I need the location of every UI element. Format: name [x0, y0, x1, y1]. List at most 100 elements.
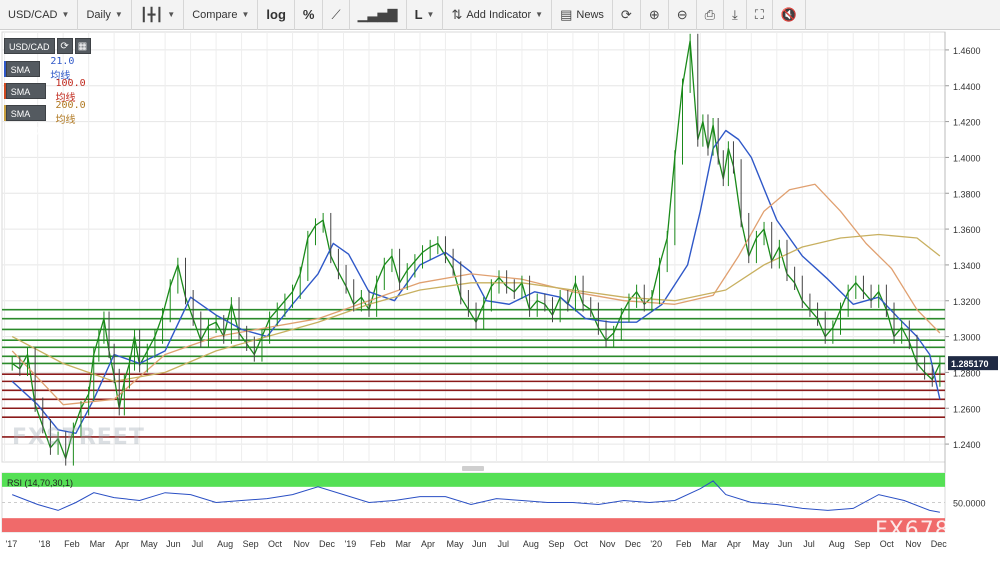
- chevron-down-icon: ▼: [426, 10, 435, 19]
- x-tick-label-30: Jun: [778, 539, 793, 549]
- y-tick-label-2: 1.4200: [953, 118, 981, 128]
- x-tick-label-11: Nov: [294, 539, 311, 549]
- x-tick-label-33: Sep: [854, 539, 870, 549]
- zoom-in-button[interactable]: ⊕: [641, 0, 669, 30]
- toolbar: USD/CAD ▼ Daily ▼ ┃╋┃ ▼ Compare ▼ log % ⟋ ▁▃…: [0, 0, 1000, 30]
- rsi-y-tick-label-0: 50.0000: [953, 499, 986, 509]
- x-tick-label-4: Apr: [115, 539, 129, 549]
- symbol-label: USD/CAD: [8, 8, 58, 21]
- x-tick-label-18: Jun: [472, 539, 487, 549]
- x-tick-label-29: May: [752, 539, 770, 549]
- x-tick-label-0: '17: [6, 539, 18, 549]
- x-tick-label-31: Jul: [803, 539, 815, 549]
- legend-sma100: SMA (100,0): [5, 82, 46, 113]
- bar-volume-icon: ▁▃▅▇: [357, 6, 398, 22]
- percent-button[interactable]: %: [295, 0, 324, 30]
- interval-label: Daily: [86, 8, 111, 21]
- printer-icon: ⎙: [704, 6, 716, 22]
- x-tick-label-14: Feb: [370, 539, 386, 549]
- chevron-down-icon: ▼: [61, 10, 70, 19]
- news-button[interactable]: ▤ News: [552, 0, 613, 30]
- chart-type-selector[interactable]: ┃╋┃ ▼: [132, 0, 185, 30]
- x-tick-label-26: Feb: [676, 539, 692, 549]
- y-tick-label-6: 1.3400: [953, 261, 981, 271]
- compare-label: Compare: [192, 8, 238, 21]
- indicator-icon: ⇅: [451, 6, 463, 22]
- y-tick-label-7: 1.3200: [953, 297, 981, 307]
- x-tick-label-17: May: [446, 539, 464, 549]
- y-tick-label-3: 1.4000: [953, 153, 981, 163]
- interval-selector[interactable]: Daily ▼: [78, 0, 132, 30]
- x-tick-label-20: Aug: [523, 539, 539, 549]
- x-tick-label-21: Sep: [548, 539, 564, 549]
- x-tick-label-28: Apr: [727, 539, 741, 549]
- add-indicator-button[interactable]: ⇅ Add Indicator ▼: [443, 0, 553, 30]
- y-tick-label-0: 1.4600: [953, 46, 981, 56]
- legend-sma21-row[interactable]: SMA (21,0) 21.0均线: [4, 56, 75, 91]
- y-tick-label-1: 1.4400: [953, 82, 981, 92]
- fullscreen-icon: ⛶: [754, 6, 764, 22]
- rsi-legend[interactable]: RSI (14,70,30,1): [7, 478, 73, 488]
- legend-sma200: SMA (200,0): [5, 104, 46, 135]
- pattern-button[interactable]: ⟋: [323, 0, 350, 30]
- x-tick-label-19: Jul: [497, 539, 509, 549]
- compare-button[interactable]: Compare ▼: [184, 0, 259, 30]
- legend-sma200-text: 200.0均线: [55, 99, 86, 126]
- x-tick-label-5: May: [141, 539, 159, 549]
- download-png-button[interactable]: ⤓: [724, 0, 747, 30]
- print-button[interactable]: ⎙: [697, 0, 725, 30]
- refresh-icon: ⟳: [620, 6, 632, 22]
- y-tick-label-4: 1.3800: [953, 189, 981, 199]
- download-icon: ⤓: [732, 6, 738, 22]
- symbol-selector[interactable]: USD/CAD ▼: [0, 0, 79, 30]
- chevron-down-icon: ▼: [241, 10, 250, 19]
- volume-button[interactable]: ▁▃▅▇: [350, 0, 407, 30]
- log-label: log: [266, 7, 286, 22]
- x-tick-label-32: Aug: [829, 539, 845, 549]
- legend-sma100-row[interactable]: SMA (100,0) 100.0均线: [4, 78, 86, 113]
- x-tick-label-2: Feb: [64, 539, 80, 549]
- x-tick-label-6: Jun: [166, 539, 181, 549]
- x-tick-label-22: Oct: [574, 539, 589, 549]
- legend-sma200-row[interactable]: SMA (200,0) 200.0均线: [4, 100, 86, 135]
- price-chart[interactable]: 1.4600 1.4400 1.4200 1.4000 1.3800 1.3600 1.34…: [0, 30, 1000, 565]
- last-price-label: 1.285170: [951, 359, 989, 369]
- x-tick-label-16: Apr: [421, 539, 435, 549]
- x-tick-label-7: Jul: [192, 539, 204, 549]
- percent-label: %: [302, 7, 315, 22]
- drawing-tool-selector[interactable]: L ▼: [407, 0, 444, 30]
- settings-grid-icon[interactable]: ▦: [74, 37, 91, 54]
- chevron-down-icon: ▼: [535, 10, 544, 19]
- legend-symbol-row: USD/CAD ⟳ ▦: [4, 37, 91, 54]
- x-tick-label-27: Mar: [701, 539, 717, 549]
- x-tick-label-23: Nov: [599, 539, 616, 549]
- log-button[interactable]: log: [258, 0, 295, 30]
- fullscreen-button[interactable]: ⛶: [747, 0, 773, 30]
- y-tick-label-8: 1.3000: [953, 333, 981, 343]
- line-tool-label: L: [414, 7, 423, 22]
- panel-resize-handle[interactable]: [462, 466, 484, 471]
- x-tick-label-10: Oct: [268, 539, 283, 549]
- candlestick-icon: ┃╋┃: [139, 6, 164, 22]
- zoom-out-button[interactable]: ⊖: [669, 0, 697, 30]
- chart-pattern-icon: ⟋: [331, 6, 341, 22]
- fxstreet-watermark: FXSTREET: [12, 425, 145, 450]
- zoom-out-icon: ⊖: [676, 6, 688, 22]
- x-tick-label-3: Mar: [90, 539, 106, 549]
- y-tick-label-11: 1.2400: [953, 440, 981, 450]
- speaker-mute-icon: 🔇: [780, 6, 798, 22]
- refresh-icon[interactable]: ⟳: [56, 37, 73, 54]
- x-tick-label-13: '19: [345, 539, 357, 549]
- x-tick-label-9: Sep: [243, 539, 259, 549]
- y-tick-label-5: 1.3600: [953, 225, 981, 235]
- zoom-in-icon: ⊕: [648, 6, 660, 22]
- newspaper-icon: ▤: [560, 6, 573, 22]
- x-tick-label-24: Dec: [625, 539, 642, 549]
- mute-button[interactable]: 🔇: [773, 0, 807, 30]
- rsi-overbought-zone: [2, 473, 945, 487]
- legend-sma21: SMA (21,0): [5, 60, 41, 91]
- fx678-watermark: FX678: [875, 518, 950, 543]
- rsi-oversold-zone: [2, 518, 945, 532]
- refresh-button[interactable]: ⟳: [613, 0, 641, 30]
- chevron-down-icon: ▼: [167, 10, 176, 19]
